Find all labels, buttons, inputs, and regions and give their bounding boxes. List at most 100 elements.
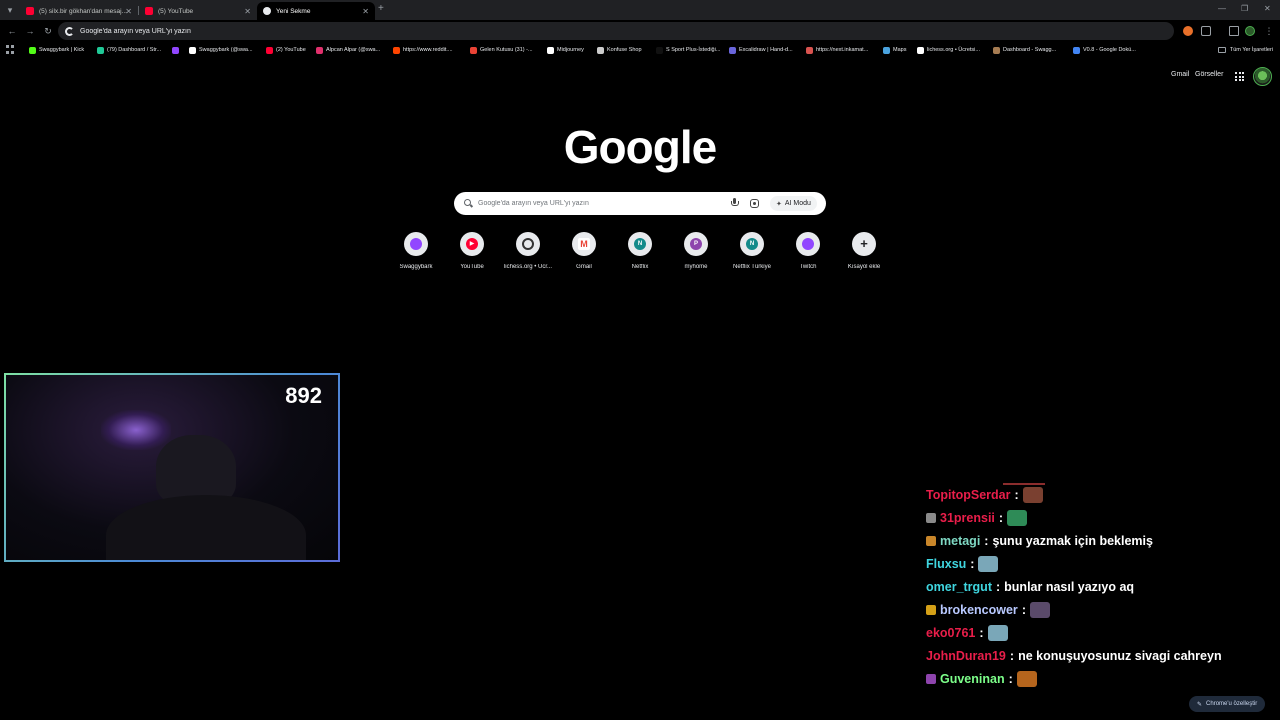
extensions-puzzle-icon[interactable] (1201, 26, 1211, 36)
chat-username: Fluxsu (926, 557, 967, 571)
close-window-icon[interactable]: ✕ (1264, 4, 1271, 13)
shortcut-tile[interactable]: N Netflix Türkiye (724, 232, 780, 270)
chat-message: Fluxsu: (926, 555, 999, 573)
shortcut-circle (796, 232, 820, 256)
more-menu-icon[interactable]: ⋮ (1263, 25, 1275, 37)
bookmark-item[interactable]: https://www.reddit.... (393, 44, 453, 56)
chat-text: şunu yazmak için beklemiş (992, 534, 1153, 548)
chat-badge-icon (926, 605, 936, 615)
chat-message: JohnDuran19: ne konuşuyosunuz sivagi cahr… (926, 647, 1222, 665)
viewer-counter: 892 (285, 383, 322, 408)
chat-message: TopitopSerdar: (926, 486, 1043, 504)
bookmark-item[interactable]: lichess.org • Ücretsi... (917, 44, 980, 56)
chat-username: brokencower (940, 603, 1018, 617)
shortcut-tile[interactable]: Twitch (780, 232, 836, 270)
bookmark-item[interactable]: Konfuse Shop (597, 44, 642, 56)
reload-icon[interactable]: ↻ (42, 25, 54, 37)
bookmark-favicon-icon (1073, 46, 1080, 54)
gmail-link[interactable]: Gmail (1171, 71, 1189, 78)
microphone-icon[interactable] (731, 198, 739, 208)
shortcut-tile[interactable]: lichess.org • Ücr... (500, 232, 556, 270)
close-icon[interactable]: ✕ (244, 7, 251, 16)
bookmark-favicon-icon (316, 46, 323, 54)
bookmark-item[interactable]: Swaggybark | Kick (29, 44, 84, 56)
apps-grid-icon[interactable] (6, 45, 15, 54)
customize-label: Chrome'u özelleştir (1206, 701, 1258, 707)
tab-0[interactable]: (5) silx.bir gökhan'dan mesaj... ✕ (20, 2, 138, 20)
bookmark-item[interactable]: Maps (883, 44, 906, 56)
tab-search-icon[interactable]: ▾ (4, 4, 16, 16)
bookmark-item[interactable]: Alpcan Alpar (@swa... (316, 44, 380, 56)
lens-icon[interactable] (750, 199, 759, 208)
chat-colon: : (984, 534, 989, 548)
bookmark-item[interactable] (172, 44, 182, 56)
profile-avatar[interactable] (1245, 26, 1255, 36)
close-icon[interactable]: ✕ (362, 7, 369, 16)
chat-colon: : (1009, 649, 1015, 663)
streamer-body (106, 495, 306, 560)
google-icon (65, 26, 74, 36)
account-avatar[interactable] (1253, 67, 1272, 86)
bookmark-favicon-icon (729, 46, 736, 54)
bookmark-label: Konfuse Shop (607, 47, 642, 53)
chat-emote-icon (978, 556, 999, 572)
bookmark-item[interactable]: (79) Dashboard / Str... (97, 44, 161, 56)
chat-colon: : (998, 511, 1004, 525)
address-input[interactable] (80, 27, 680, 35)
shortcut-tile[interactable]: + Kısayol ekle (836, 232, 892, 270)
chat-emote-icon (987, 625, 1008, 641)
minimize-icon[interactable]: — (1218, 4, 1226, 13)
chat-message: 31prensii: (926, 509, 1028, 527)
back-icon[interactable]: ← (6, 25, 18, 37)
tab-title: (5) silx.bir gökhan'dan mesaj... (39, 7, 127, 15)
images-link[interactable]: Görseller (1195, 71, 1223, 78)
chat-colon: : (995, 580, 1001, 594)
bookmark-item[interactable]: S Sport Plus-İstediği... (656, 44, 720, 56)
shortcut-tile[interactable]: Swaggybark (388, 232, 444, 270)
bookmark-item[interactable]: https://next.inkamat... (806, 44, 868, 56)
bookmark-item[interactable]: (2) YouTube (266, 44, 306, 56)
shortcut-label: Kısayol ekle (847, 264, 881, 270)
chat-colon: : (970, 557, 975, 571)
tab-1[interactable]: (5) YouTube ✕ (139, 2, 257, 20)
chat-colon: : (1014, 488, 1019, 502)
chat-text: ne konuşuyosunuz sivagi cahreyn (1018, 649, 1222, 663)
new-tab-button[interactable]: + (378, 3, 384, 14)
search-input[interactable] (478, 197, 728, 210)
bookmark-favicon-icon (29, 46, 36, 54)
ai-mode-button[interactable]: ✦ AI Modu (770, 196, 817, 211)
close-icon[interactable]: ✕ (125, 7, 132, 16)
shortcut-circle: P (684, 232, 708, 256)
shortcut-circle: ▶ (460, 232, 484, 256)
tab-2-active[interactable]: Yeni Sekme ✕ (257, 2, 375, 20)
bookmark-item[interactable]: Swaggybark (@swa... (189, 44, 253, 56)
shortcut-tile[interactable]: N Netflix (612, 232, 668, 270)
bookmark-favicon-icon (883, 46, 890, 54)
all-bookmarks-folder[interactable]: Tüm Yer İşaretleri (1217, 44, 1273, 56)
bookmark-item[interactable]: Excalidraw | Hand-d... (729, 44, 793, 56)
chat-emote-icon (1029, 602, 1050, 618)
shortcut-tile[interactable]: ▶ YouTube (444, 232, 500, 270)
shortcut-tile[interactable]: M Gmail (556, 232, 612, 270)
google-apps-icon[interactable] (1235, 72, 1244, 81)
bookmark-favicon-icon (97, 46, 104, 54)
bookmark-item[interactable]: Midjourney (547, 44, 584, 56)
address-bar[interactable] (58, 22, 1174, 40)
shortcut-tile[interactable]: Pmyhome (668, 232, 724, 270)
twitch-icon (802, 238, 814, 250)
chat-username: 31prensii (940, 511, 995, 525)
bookmark-favicon-icon (172, 46, 179, 54)
twitch-icon (410, 238, 422, 250)
bookmark-label: https://www.reddit.... (403, 47, 453, 53)
bookmark-item[interactable]: V0.8 - Google Dokü... (1073, 44, 1136, 56)
forward-icon[interactable]: → (24, 25, 36, 37)
customize-chrome-button[interactable]: ✎ Chrome'u özelleştir (1189, 696, 1266, 712)
bookmark-item[interactable]: Gelen Kutusu (31) -... (470, 44, 533, 56)
bookmark-label: Alpcan Alpar (@swa... (326, 47, 381, 53)
bookmark-item[interactable]: Dashboard - Swagg... (993, 44, 1056, 56)
bookmark-label: lichess.org • Ücretsi... (927, 47, 980, 53)
extension-icon[interactable] (1183, 26, 1193, 36)
maximize-icon[interactable]: ❐ (1241, 4, 1248, 13)
media-icon[interactable] (1229, 26, 1239, 36)
bookmark-label: Midjourney (557, 47, 584, 53)
